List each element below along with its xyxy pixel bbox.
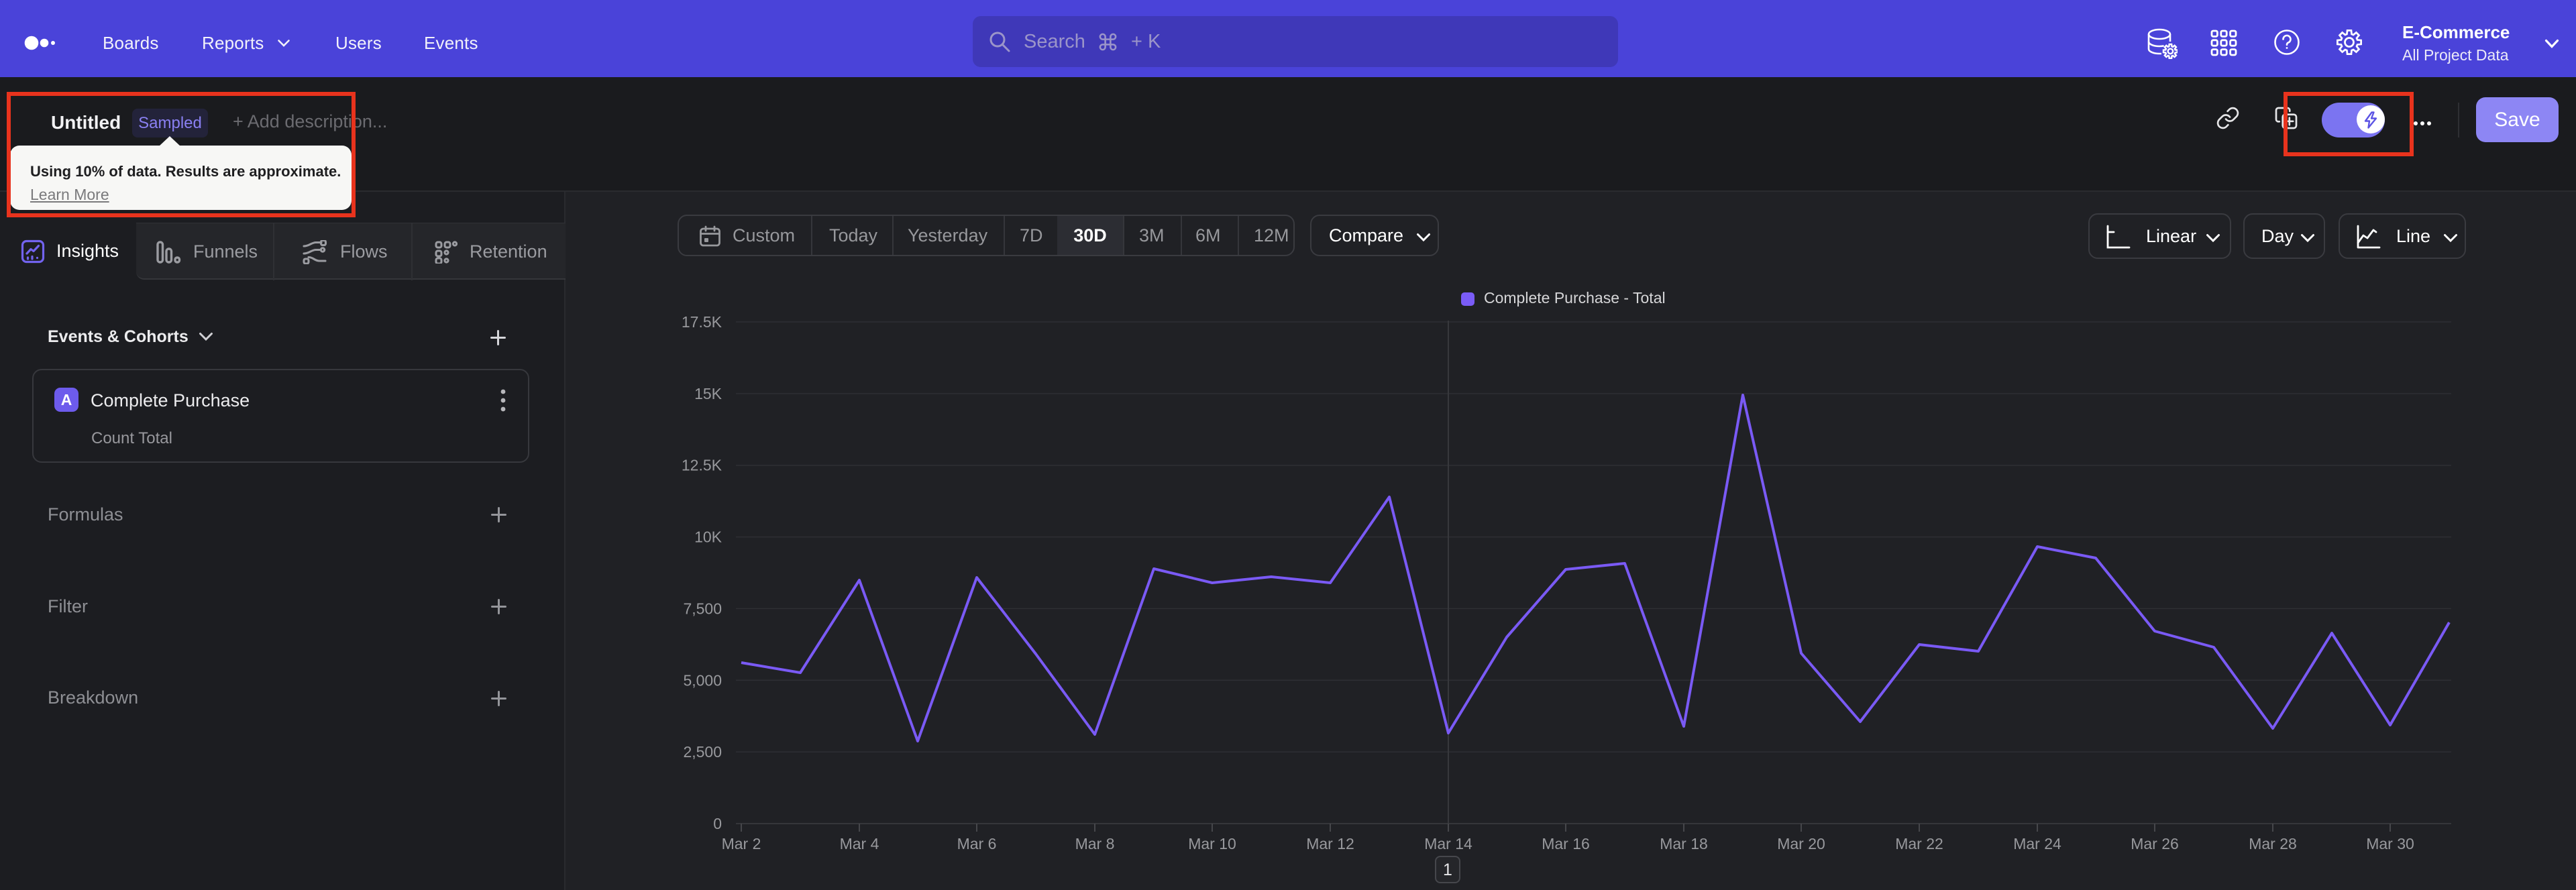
svg-text:Mar 14: Mar 14	[1424, 835, 1472, 852]
svg-text:17.5K: 17.5K	[682, 313, 722, 331]
svg-text:Mar 16: Mar 16	[1542, 835, 1590, 852]
svg-text:Mar 26: Mar 26	[2131, 835, 2179, 852]
svg-text:12.5K: 12.5K	[682, 457, 722, 474]
svg-text:Mar 12: Mar 12	[1306, 835, 1354, 852]
svg-text:2,500: 2,500	[683, 743, 722, 761]
svg-text:7,500: 7,500	[683, 600, 722, 617]
svg-text:Mar 6: Mar 6	[957, 835, 997, 852]
svg-text:Mar 20: Mar 20	[1777, 835, 1825, 852]
svg-text:15K: 15K	[694, 385, 722, 402]
svg-text:Mar 18: Mar 18	[1660, 835, 1708, 852]
svg-text:5,000: 5,000	[683, 671, 722, 689]
svg-text:Mar 30: Mar 30	[2366, 835, 2414, 852]
svg-text:Mar 22: Mar 22	[1895, 835, 1943, 852]
svg-text:0: 0	[713, 815, 722, 832]
svg-text:Mar 2: Mar 2	[722, 835, 761, 852]
svg-text:10K: 10K	[694, 529, 722, 546]
svg-text:Mar 10: Mar 10	[1188, 835, 1236, 852]
svg-text:Mar 8: Mar 8	[1075, 835, 1115, 852]
svg-text:Mar 28: Mar 28	[2249, 835, 2297, 852]
svg-text:Mar 24: Mar 24	[2013, 835, 2061, 852]
svg-text:Mar 4: Mar 4	[840, 835, 879, 852]
